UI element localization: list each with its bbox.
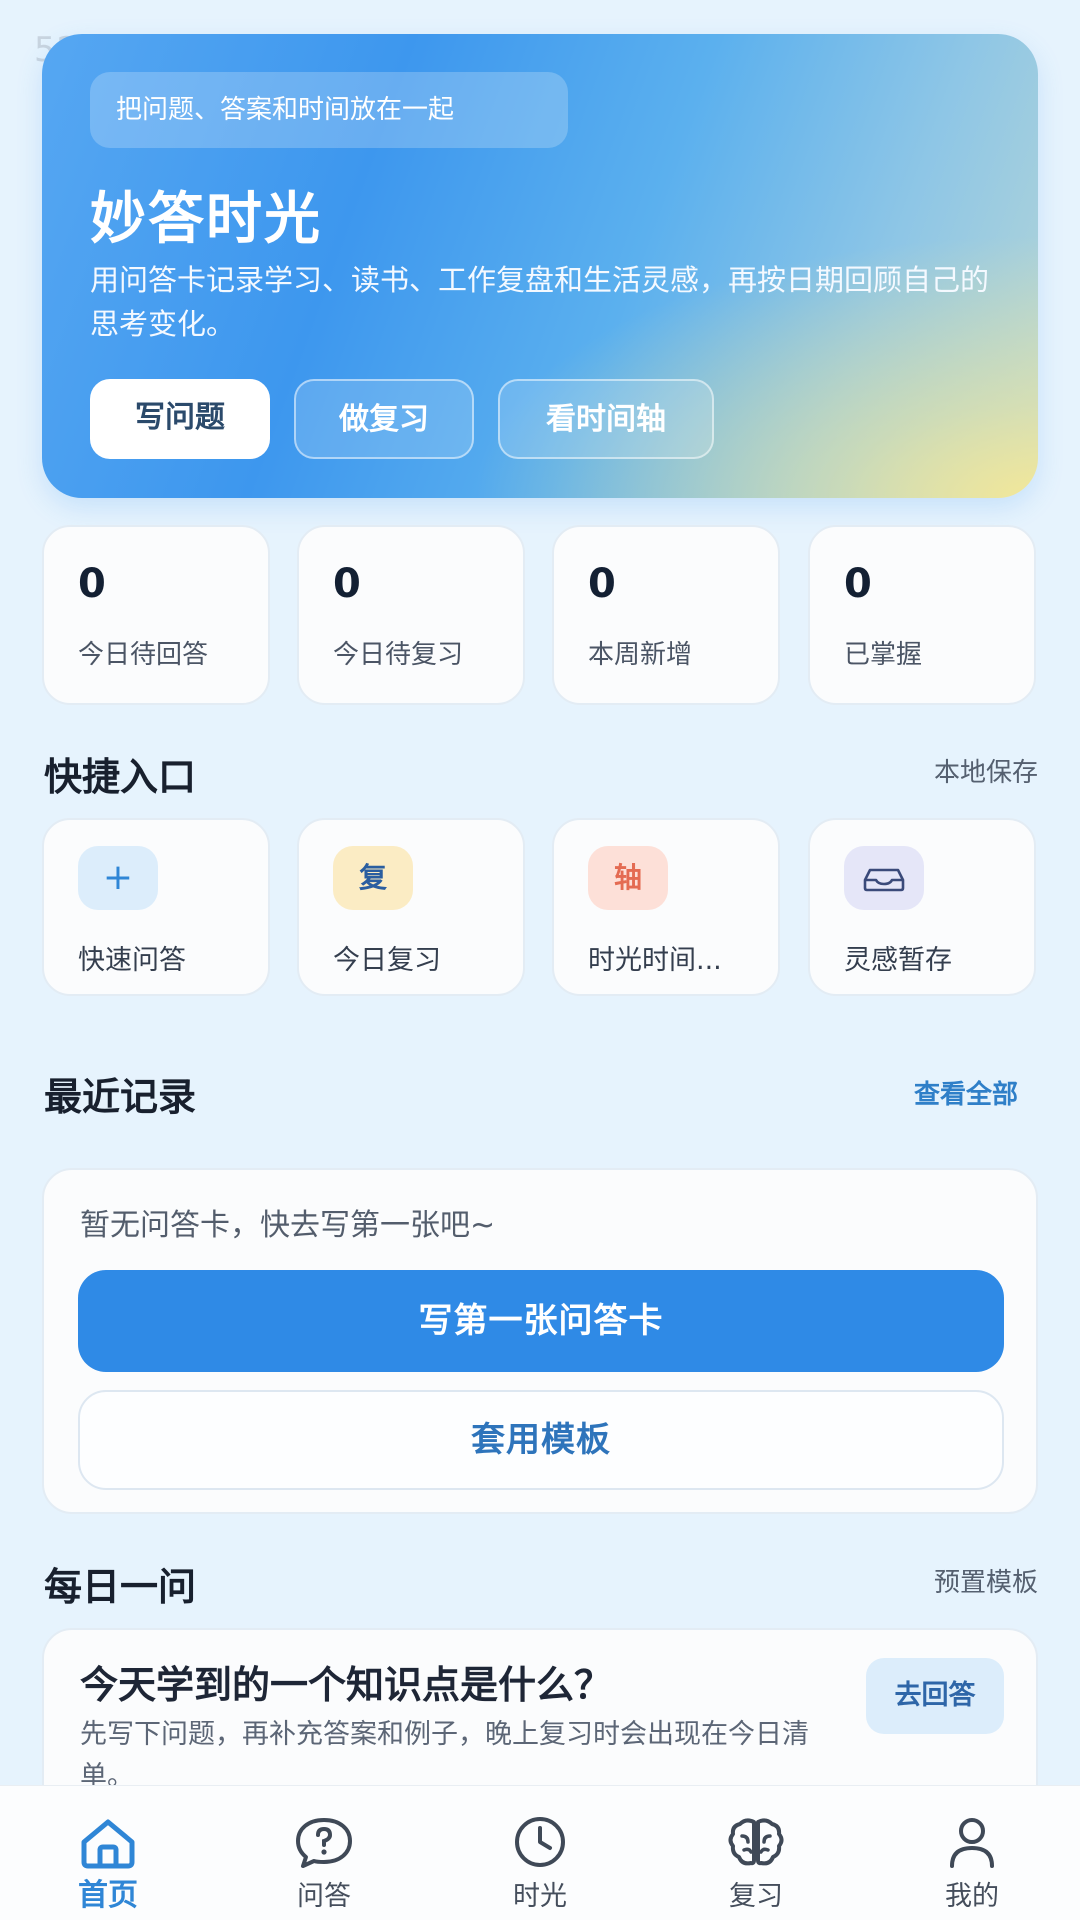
quick-entry-label: 时光时间... [588,945,722,976]
home-screen: 52a060 把问题、答案和时间放在一起 妙答时光 用问答卡记录学习、读书、工作… [0,0,1080,1920]
quick-entry-timeline[interactable]: 轴 时光时间... [552,818,780,996]
stat-card-mastered[interactable]: 0 已掌握 [808,525,1036,705]
use-template-button[interactable]: 套用模板 [78,1390,1004,1490]
clock-icon [515,1817,565,1867]
plus-icon: + [78,846,158,910]
stat-card-pending-review[interactable]: 0 今日待复习 [297,525,525,705]
stat-label: 本周新增 [588,640,693,670]
stat-card-pending-answer[interactable]: 0 今日待回答 [42,525,270,705]
hero-tag: 把问题、答案和时间放在一起 [90,72,568,148]
timeline-char-icon: 轴 [588,846,668,910]
nav-item-qa[interactable]: 问答 [216,1786,432,1920]
empty-state-text: 暂无问答卡，快去写第一张吧~ [80,1208,496,1243]
stat-card-weekly-new[interactable]: 0 本周新增 [552,525,780,705]
hero-banner: 把问题、答案和时间放在一起 妙答时光 用问答卡记录学习、读书、工作复盘和生活灵感… [42,34,1038,498]
local-save-label: 本地保存 [933,758,1038,788]
user-icon [950,1818,994,1868]
hero-description: 用问答卡记录学习、读书、工作复盘和生活灵感，再按日期回顾自己的思考变化。 [90,263,990,341]
stat-value: 0 [333,561,361,607]
quick-section-title: 快捷入口 [44,755,197,799]
nav-label: 时光 [513,1881,567,1912]
daily-question: 今天学到的一个知识点是什么？ [80,1663,613,1707]
quick-entry-label: 今日复习 [333,945,441,976]
quick-entry-label: 灵感暂存 [844,945,952,976]
view-timeline-button[interactable]: 看时间轴 [498,379,714,459]
nav-label: 复习 [729,1881,783,1912]
write-question-button[interactable]: 写问题 [90,379,270,459]
go-answer-button[interactable]: 去回答 [866,1658,1004,1734]
preset-template-label: 预置模板 [933,1568,1038,1598]
view-all-link[interactable]: 查看全部 [914,1074,1018,1111]
hero-title: 妙答时光 [90,187,322,252]
do-review-button[interactable]: 做复习 [294,379,474,459]
question-bubble-icon [296,1818,352,1868]
quick-entry-inspiration[interactable]: 灵感暂存 [808,818,1036,996]
nav-item-home[interactable]: 首页 [0,1786,216,1920]
stat-label: 今日待回答 [78,640,209,670]
stat-label: 今日待复习 [333,640,464,670]
nav-label: 我的 [945,1881,999,1912]
recent-card: 暂无问答卡，快去写第一张吧~ 写第一张问答卡 套用模板 [42,1168,1038,1514]
brain-icon [728,1818,784,1866]
daily-section-title: 每日一问 [44,1565,197,1609]
inbox-icon [844,846,924,910]
nav-item-me[interactable]: 我的 [864,1786,1080,1920]
review-char-icon: 复 [333,846,413,910]
stat-value: 0 [78,561,106,607]
write-first-card-button[interactable]: 写第一张问答卡 [78,1270,1004,1372]
stat-value: 0 [844,561,872,607]
home-icon [81,1819,135,1869]
nav-label: 首页 [78,1878,138,1913]
quick-entry-fast-qa[interactable]: + 快速问答 [42,818,270,996]
quick-entry-today-review[interactable]: 复 今日复习 [297,818,525,996]
stat-value: 0 [588,561,616,607]
quick-entry-label: 快速问答 [78,945,186,976]
nav-item-time[interactable]: 时光 [432,1786,648,1920]
nav-label: 问答 [297,1881,351,1912]
recent-section-title: 最近记录 [44,1075,197,1119]
stat-label: 已掌握 [844,640,923,670]
nav-item-review[interactable]: 复习 [648,1786,864,1920]
bottom-nav: 首页 问答 时光 复习 我的 [0,1785,1080,1920]
